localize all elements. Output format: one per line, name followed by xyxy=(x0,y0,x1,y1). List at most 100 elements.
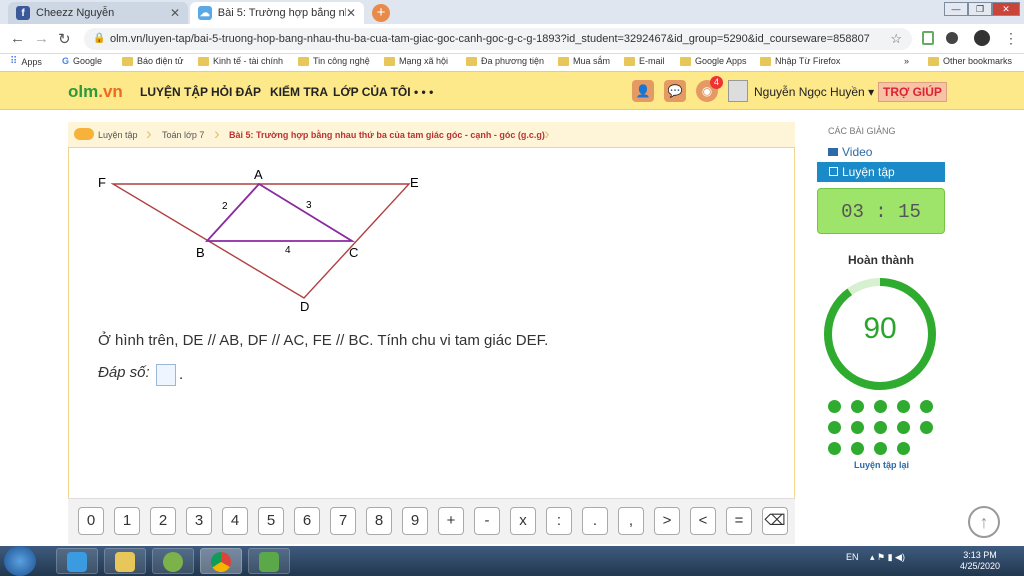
breadcrumb-separator: › xyxy=(544,124,550,143)
taskbar-game[interactable] xyxy=(248,548,290,574)
help-button[interactable]: TRỢ GIÚP xyxy=(878,82,947,102)
close-tab-icon[interactable]: ✕ xyxy=(346,6,356,20)
folder-icon xyxy=(624,56,635,66)
progress-dot[interactable] xyxy=(897,442,910,455)
user-menu[interactable]: Nguyễn Ngọc Huyền ▾ xyxy=(754,85,874,99)
bookmarks-more[interactable]: » xyxy=(904,56,909,66)
taskbar-explorer[interactable] xyxy=(104,548,146,574)
bookmark-folder[interactable]: Kinh tế - tài chính xyxy=(198,56,283,66)
point-label: C xyxy=(349,245,358,260)
close-tab-icon[interactable]: ✕ xyxy=(170,6,180,20)
progress-dot[interactable] xyxy=(874,400,887,413)
keypad-key[interactable]: 9 xyxy=(402,507,428,535)
bookmark-folder[interactable]: Đa phương tiện xyxy=(466,56,544,66)
bookmark-folder[interactable]: Nhập Từ Firefox xyxy=(760,56,840,66)
progress-dot[interactable] xyxy=(897,400,910,413)
taskbar-app[interactable] xyxy=(152,548,194,574)
keypad-key[interactable]: x xyxy=(510,507,536,535)
keypad-key[interactable]: 4 xyxy=(222,507,248,535)
extension-2-icon[interactable] xyxy=(946,32,958,44)
profile-icon[interactable] xyxy=(974,30,990,46)
bookmark-apps[interactable]: ⠿ Apps xyxy=(10,56,42,67)
start-button[interactable] xyxy=(4,546,36,576)
restore-button[interactable]: ❐ xyxy=(968,2,992,16)
bookmark-folder[interactable]: Mua sắm xyxy=(558,56,610,66)
progress-dot[interactable] xyxy=(851,400,864,413)
nav-qa[interactable]: HỎI ĐÁP xyxy=(211,85,261,99)
taskbar-chrome[interactable] xyxy=(200,548,242,574)
keypad-key[interactable]: 7 xyxy=(330,507,356,535)
clock[interactable]: 3:13 PM 4/25/2020 xyxy=(960,550,1000,572)
nav-my-class[interactable]: LỚP CỦA TÔI xyxy=(333,85,411,99)
extension-icon[interactable] xyxy=(922,31,934,45)
backspace-key[interactable]: ⌫ xyxy=(762,507,788,535)
progress-dot[interactable] xyxy=(828,421,841,434)
new-tab-button[interactable]: + xyxy=(372,4,390,22)
answer-label: Đáp số: xyxy=(98,364,150,381)
keypad-key[interactable]: 8 xyxy=(366,507,392,535)
avatar[interactable] xyxy=(728,80,748,102)
bookmark-folder[interactable]: Mạng xã hội xyxy=(384,56,448,66)
keypad-key[interactable]: 0 xyxy=(78,507,104,535)
url-input[interactable]: 🔒 olm.vn/luyen-tap/bai-5-truong-hop-bang… xyxy=(84,28,912,50)
side-length-bc: 4 xyxy=(285,245,291,256)
back-icon[interactable]: ← xyxy=(10,30,25,47)
retry-link[interactable]: Luyện tập lại xyxy=(854,460,909,470)
progress-dot[interactable] xyxy=(828,400,841,413)
bookmark-folder[interactable]: E-mail xyxy=(624,56,665,66)
keypad-key[interactable]: , xyxy=(618,507,644,535)
bookmark-folder[interactable]: Tin công nghệ xyxy=(298,56,370,66)
progress-dot[interactable] xyxy=(897,421,910,434)
bookmark-folder[interactable]: Báo điện tử xyxy=(122,56,184,66)
keypad-key[interactable]: - xyxy=(474,507,500,535)
nav-test[interactable]: KIỂM TRA xyxy=(270,85,328,99)
tab-cheezz[interactable]: f Cheezz Nguyễn ✕ xyxy=(8,2,188,24)
keypad-key[interactable]: < xyxy=(690,507,716,535)
keypad-key[interactable]: 5 xyxy=(258,507,284,535)
progress-dot[interactable] xyxy=(828,442,841,455)
sidebar-item-practice[interactable]: Luyện tập xyxy=(817,162,945,182)
app-icon xyxy=(163,552,183,572)
bookmark-google[interactable]: G Google xyxy=(62,56,102,66)
bookmark-folder[interactable]: Google Apps xyxy=(680,56,747,66)
tab-olm-lesson[interactable]: ☁ Bài 5: Trường hợp bằng nhau thứ ✕ xyxy=(190,2,364,24)
keypad-key[interactable]: . xyxy=(582,507,608,535)
forward-icon[interactable]: → xyxy=(34,30,49,47)
tray-icons[interactable]: ▴ ⚑ ▮ ◀) xyxy=(870,552,905,563)
taskbar-ie[interactable] xyxy=(56,548,98,574)
reload-icon[interactable]: ↻ xyxy=(58,30,71,48)
language-indicator[interactable]: EN xyxy=(846,552,859,562)
answer-input[interactable] xyxy=(156,364,176,386)
keypad-key[interactable]: : xyxy=(546,507,572,535)
bookmark-star-icon[interactable]: ☆ xyxy=(890,28,902,50)
keypad-key[interactable]: > xyxy=(654,507,680,535)
keypad-key[interactable]: 3 xyxy=(186,507,212,535)
nav-more[interactable]: • • • xyxy=(414,85,433,99)
breadcrumb-grade[interactable]: Toán lớp 7 xyxy=(162,130,204,140)
nav-practice[interactable]: LUYỆN TẬP xyxy=(140,85,208,99)
add-friend-icon[interactable]: 👤 xyxy=(632,80,654,102)
score-value: 90 xyxy=(863,312,897,345)
progress-dot[interactable] xyxy=(874,421,887,434)
progress-dot[interactable] xyxy=(874,442,887,455)
sidebar-item-video[interactable]: Video xyxy=(828,145,872,159)
scroll-up-button[interactable]: ↑ xyxy=(968,506,1000,538)
other-bookmarks[interactable]: Other bookmarks xyxy=(928,56,1012,66)
menu-icon[interactable]: ⋮ xyxy=(1004,30,1018,47)
point-label: F xyxy=(98,175,106,190)
keypad-key[interactable]: 2 xyxy=(150,507,176,535)
close-window-button[interactable]: ✕ xyxy=(992,2,1020,16)
olm-logo[interactable]: olm.vn xyxy=(68,82,123,102)
progress-dot[interactable] xyxy=(920,400,933,413)
keypad-key[interactable]: 1 xyxy=(114,507,140,535)
site-navbar: olm.vn LUYỆN TẬP HỎI ĐÁP KIỂM TRA LỚP CỦ… xyxy=(0,72,1024,110)
breadcrumb-practice[interactable]: Luyện tập xyxy=(98,130,138,140)
chat-icon[interactable]: 💬 xyxy=(664,80,686,102)
progress-dot[interactable] xyxy=(851,421,864,434)
keypad-key[interactable]: 6 xyxy=(294,507,320,535)
keypad-key[interactable]: = xyxy=(726,507,752,535)
progress-dot[interactable] xyxy=(851,442,864,455)
minimize-button[interactable]: — xyxy=(944,2,968,16)
keypad-key[interactable]: + xyxy=(438,507,464,535)
progress-dot[interactable] xyxy=(920,421,933,434)
